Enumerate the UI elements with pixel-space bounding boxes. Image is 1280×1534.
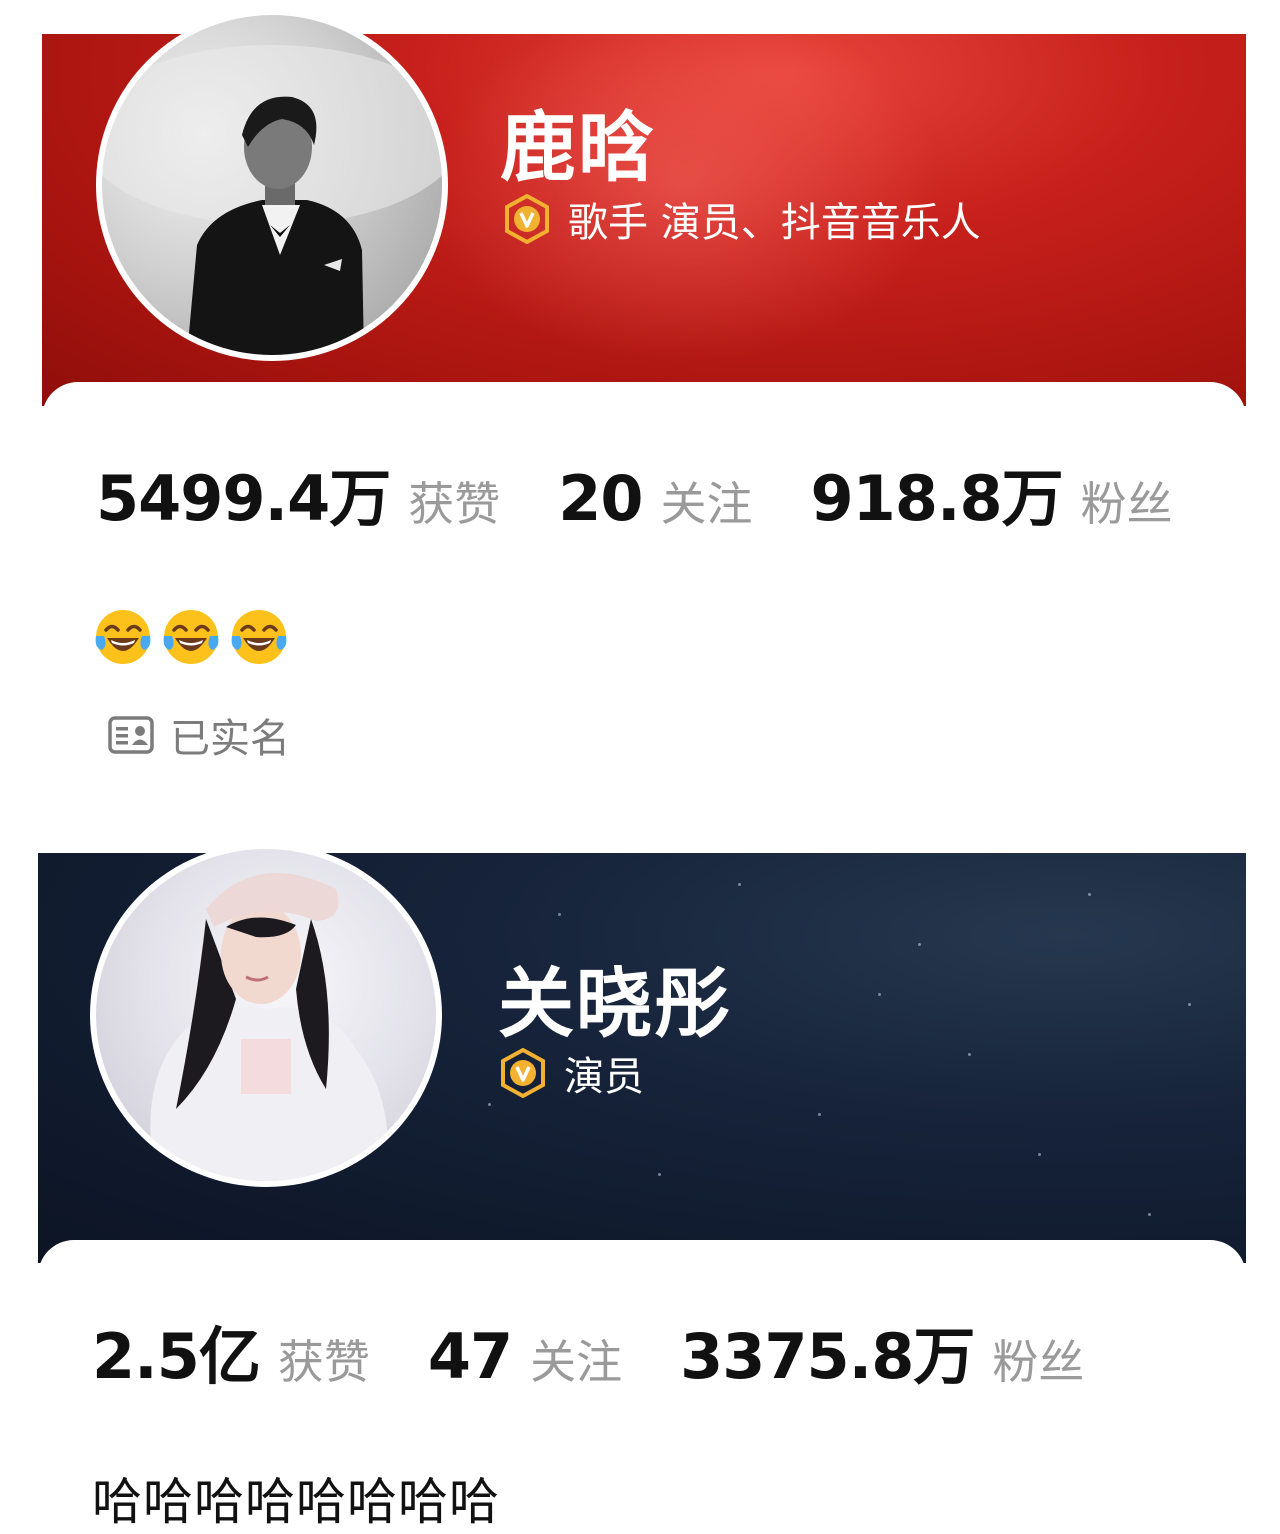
avatar[interactable] (96, 9, 448, 361)
face-with-tears-of-joy-icon (231, 610, 287, 664)
verification-row: 演员 (498, 1044, 644, 1102)
verification-text: 演员 (564, 1054, 644, 1100)
following-count[interactable]: 47 (428, 1320, 513, 1393)
verification-text: 歌手 演员、抖音音乐人 (568, 200, 981, 246)
profile-name: 关晓彤 (498, 959, 732, 1048)
stats-row: 2.5亿 获赞 47 关注 3375.8万 粉丝 (92, 1306, 1084, 1396)
realname-text: 已实名 (170, 716, 290, 762)
avatar-photo-man-in-tuxedo (102, 45, 442, 355)
likes-label: 获赞 (277, 1335, 370, 1389)
followers-label: 粉丝 (992, 1335, 1085, 1389)
face-with-tears-of-joy-icon (95, 610, 151, 664)
id-card-icon (108, 716, 154, 754)
likes-label: 获赞 (408, 477, 501, 531)
stats-row: 5499.4万 获赞 20 关注 918.8万 粉丝 (96, 448, 1173, 538)
realname-badge: 已实名 (108, 706, 290, 764)
profile-bio: 哈哈哈哈哈哈哈哈 (92, 1473, 500, 1531)
following-label: 关注 (530, 1335, 623, 1389)
avatar[interactable] (90, 843, 442, 1187)
verified-v-icon (501, 1048, 545, 1098)
verification-row: 歌手 演员、抖音音乐人 (502, 190, 981, 248)
following-count[interactable]: 20 (558, 462, 643, 535)
followers-count[interactable]: 918.8万 (811, 448, 1064, 538)
followers-label: 粉丝 (1080, 477, 1173, 531)
likes-count[interactable]: 5499.4万 (96, 448, 391, 538)
avatar-photo-woman-in-beret (150, 873, 388, 1181)
profile-name: 鹿晗 (500, 103, 656, 192)
verified-v-icon (505, 194, 549, 244)
bio-emoji-row (92, 606, 296, 668)
followers-count[interactable]: 3375.8万 (680, 1306, 975, 1396)
following-label: 关注 (660, 477, 753, 531)
face-with-tears-of-joy-icon (163, 610, 219, 664)
likes-count[interactable]: 2.5亿 (92, 1306, 261, 1396)
